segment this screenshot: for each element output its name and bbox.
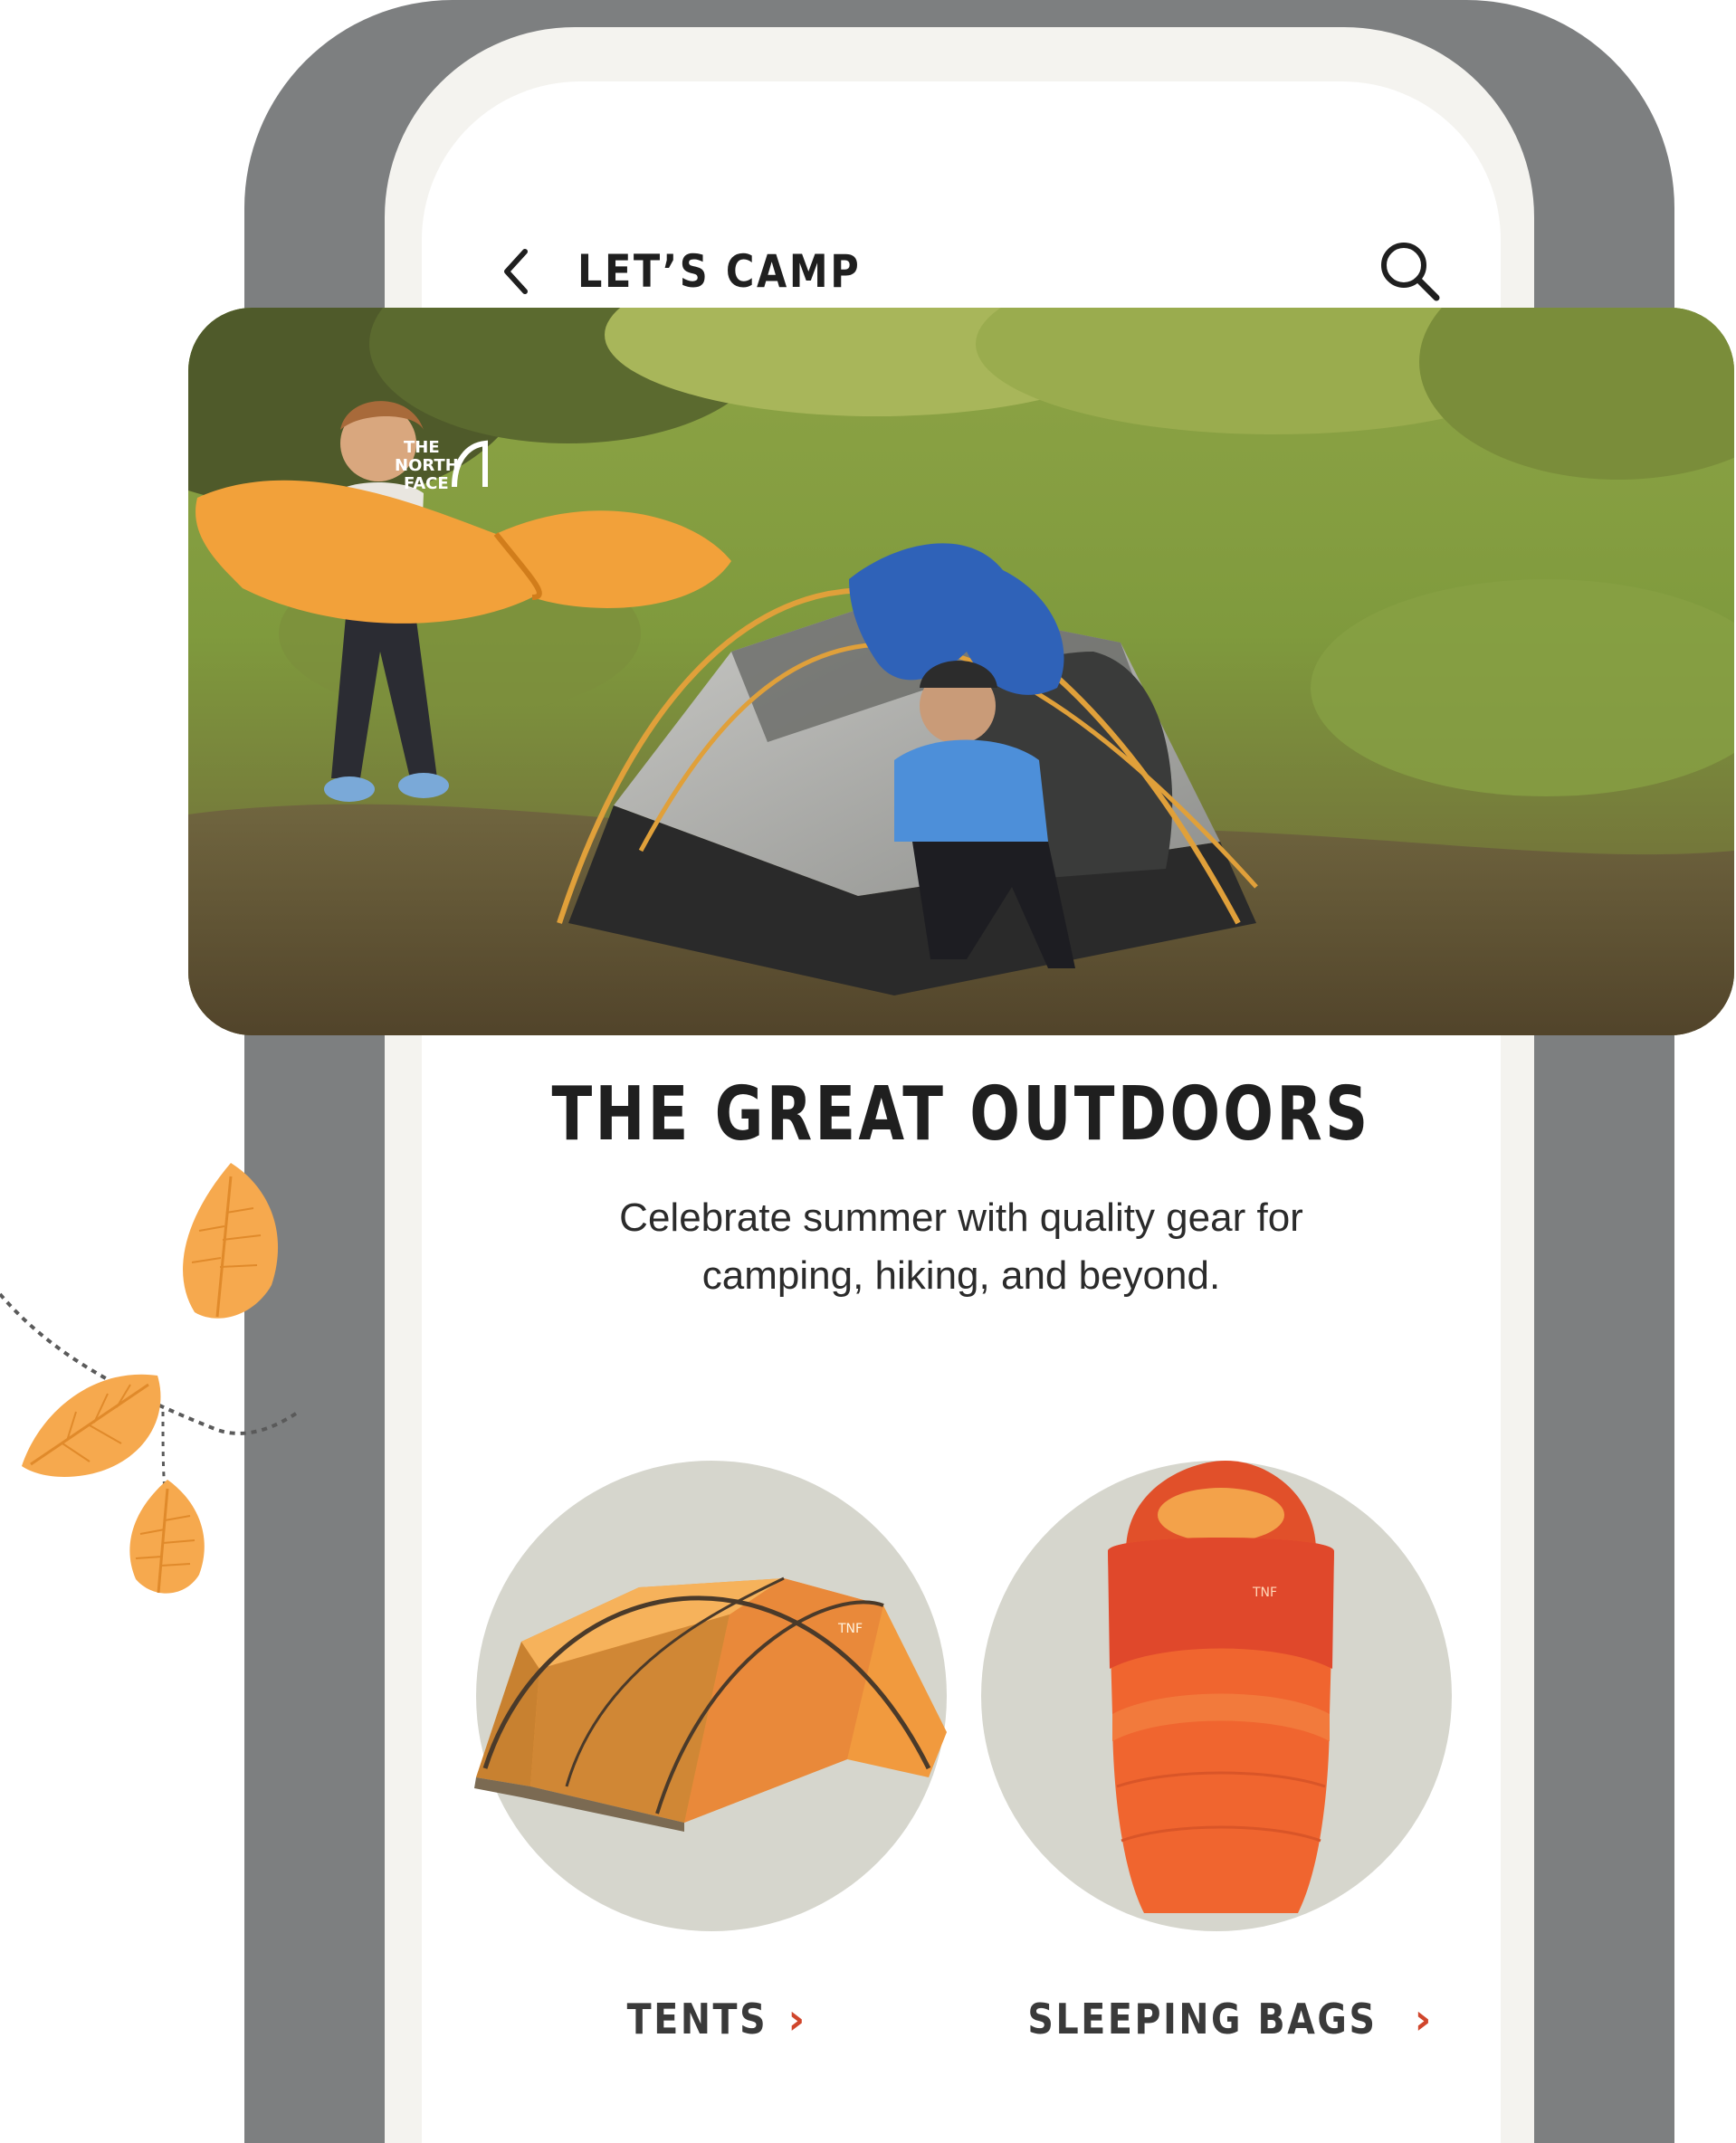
chevron-right-icon: › [787,1995,808,2043]
chevron-right-icon: › [1414,1995,1435,2043]
search-button[interactable] [1369,230,1450,311]
tent-product-image: TNF [474,1576,947,1832]
hero-image-strip: THE NORTH FACE [188,308,1734,1035]
category-card-tents[interactable]: TNF TENTS › [474,1461,947,2043]
section-subtitle: Celebrate summer with quality gear for c… [619,1195,1303,1298]
svg-text:NORTH: NORTH [395,456,459,475]
tents-label-row[interactable]: TENTS › [476,1995,947,2043]
app-canvas: LET’S CAMP THE NORTH FACE THE GREAT OUTD… [0,0,1736,2143]
leaf-icon [129,1480,205,1594]
svg-text:TNF: TNF [1252,1586,1277,1600]
leaf-icon [22,1374,161,1477]
tents-image-circle: TNF [474,1461,947,1931]
sleeping-bag-product-image: TNF [1108,1461,1334,1913]
category-card-sleeping-bags[interactable]: TNF SLEEPING BAGS › [981,1461,1452,2043]
search-icon [1381,243,1440,301]
leaf-icon [183,1163,279,1319]
section-title: THE GREAT OUTDOORS [551,1072,1371,1157]
sleeping-bags-label: SLEEPING BAGS [1026,1995,1378,2043]
page-title: LET’S CAMP [577,245,862,298]
chevron-left-icon [504,249,528,294]
back-button[interactable] [489,235,543,308]
hero-photo: THE NORTH FACE [188,308,1734,1035]
sleeping-bags-label-row[interactable]: SLEEPING BAGS › [981,1995,1452,2043]
svg-text:FACE: FACE [404,474,449,493]
content-section: THE GREAT OUTDOORS Celebrate summer with… [422,1035,1501,2143]
svg-text:TNF: TNF [837,1622,863,1636]
sleeping-bags-image-circle: TNF [981,1461,1452,1931]
tents-label: TENTS [626,1995,768,2043]
svg-text:THE: THE [404,438,440,457]
